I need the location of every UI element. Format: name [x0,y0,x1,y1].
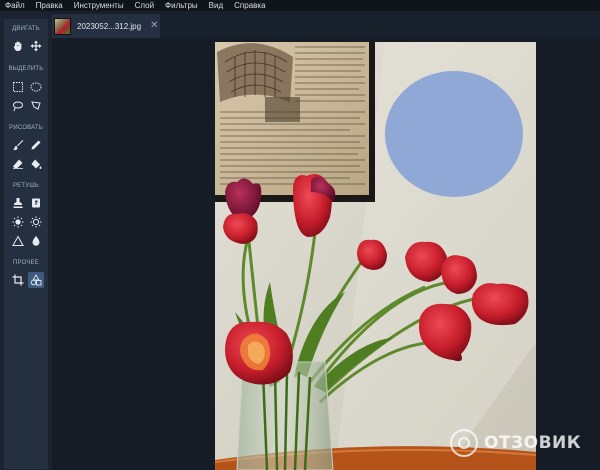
blue-ellipse-shape [385,71,523,197]
document-tab[interactable]: 2023052...312.jpg ✕ [52,14,160,38]
menu-layer[interactable]: Слой [130,0,160,11]
section-label-draw: РИСОВАТЬ [9,125,43,131]
menu-file[interactable]: Файл [0,0,31,11]
drop-icon[interactable] [28,233,44,249]
healing-icon[interactable] [28,195,44,211]
menu-bar: Файл Правка Инструменты Слой Фильтры Вид… [0,0,600,11]
pencil-icon[interactable] [28,137,44,153]
hand-icon[interactable] [10,38,26,54]
tool-sidebar: ДВИГАТЬ ВЫДЕЛИТЬ РИСОВАТЬ РЕТУШЬ ПРОЧЕЕ [0,11,52,470]
polygon-lasso-icon[interactable] [28,98,44,114]
watermark: ОТЗОВИК [450,429,581,457]
menu-view[interactable]: Вид [204,0,229,11]
menu-help[interactable]: Справка [229,0,271,11]
photo-canvas[interactable] [215,42,536,470]
rect-select-icon[interactable] [10,79,26,95]
section-label-move: ДВИГАТЬ [12,26,40,32]
menu-edit[interactable]: Правка [31,0,69,11]
tab-thumbnail [54,17,71,35]
brush-icon[interactable] [10,137,26,153]
menu-filters[interactable]: Фильтры [160,0,204,11]
brightness-icon[interactable] [10,214,26,230]
tab-title: 2023052...312.jpg [77,21,142,31]
section-label-other: ПРОЧЕЕ [13,260,39,266]
close-icon[interactable]: ✕ [150,21,158,31]
tool-panel: ДВИГАТЬ ВЫДЕЛИТЬ РИСОВАТЬ РЕТУШЬ ПРОЧЕЕ [4,19,48,469]
sharpen-triangle-icon[interactable] [10,233,26,249]
section-label-select: ВЫДЕЛИТЬ [8,66,44,72]
shapes-icon[interactable] [28,272,44,288]
watermark-text: ОТЗОВИК [484,433,582,453]
sun-icon[interactable] [28,214,44,230]
ellipse-select-icon[interactable] [28,79,44,95]
crop-icon[interactable] [10,272,26,288]
menu-tools[interactable]: Инструменты [69,0,130,11]
photo-image [215,42,536,470]
stamp-icon[interactable] [10,195,26,211]
paint-bucket-icon[interactable] [28,156,44,172]
eraser-icon[interactable] [10,156,26,172]
section-label-retouch: РЕТУШЬ [12,183,40,189]
move-arrows-icon[interactable] [28,38,44,54]
lasso-icon[interactable] [10,98,26,114]
document-tab-bar: 2023052...312.jpg ✕ [52,11,600,38]
watermark-logo-icon [450,429,478,457]
